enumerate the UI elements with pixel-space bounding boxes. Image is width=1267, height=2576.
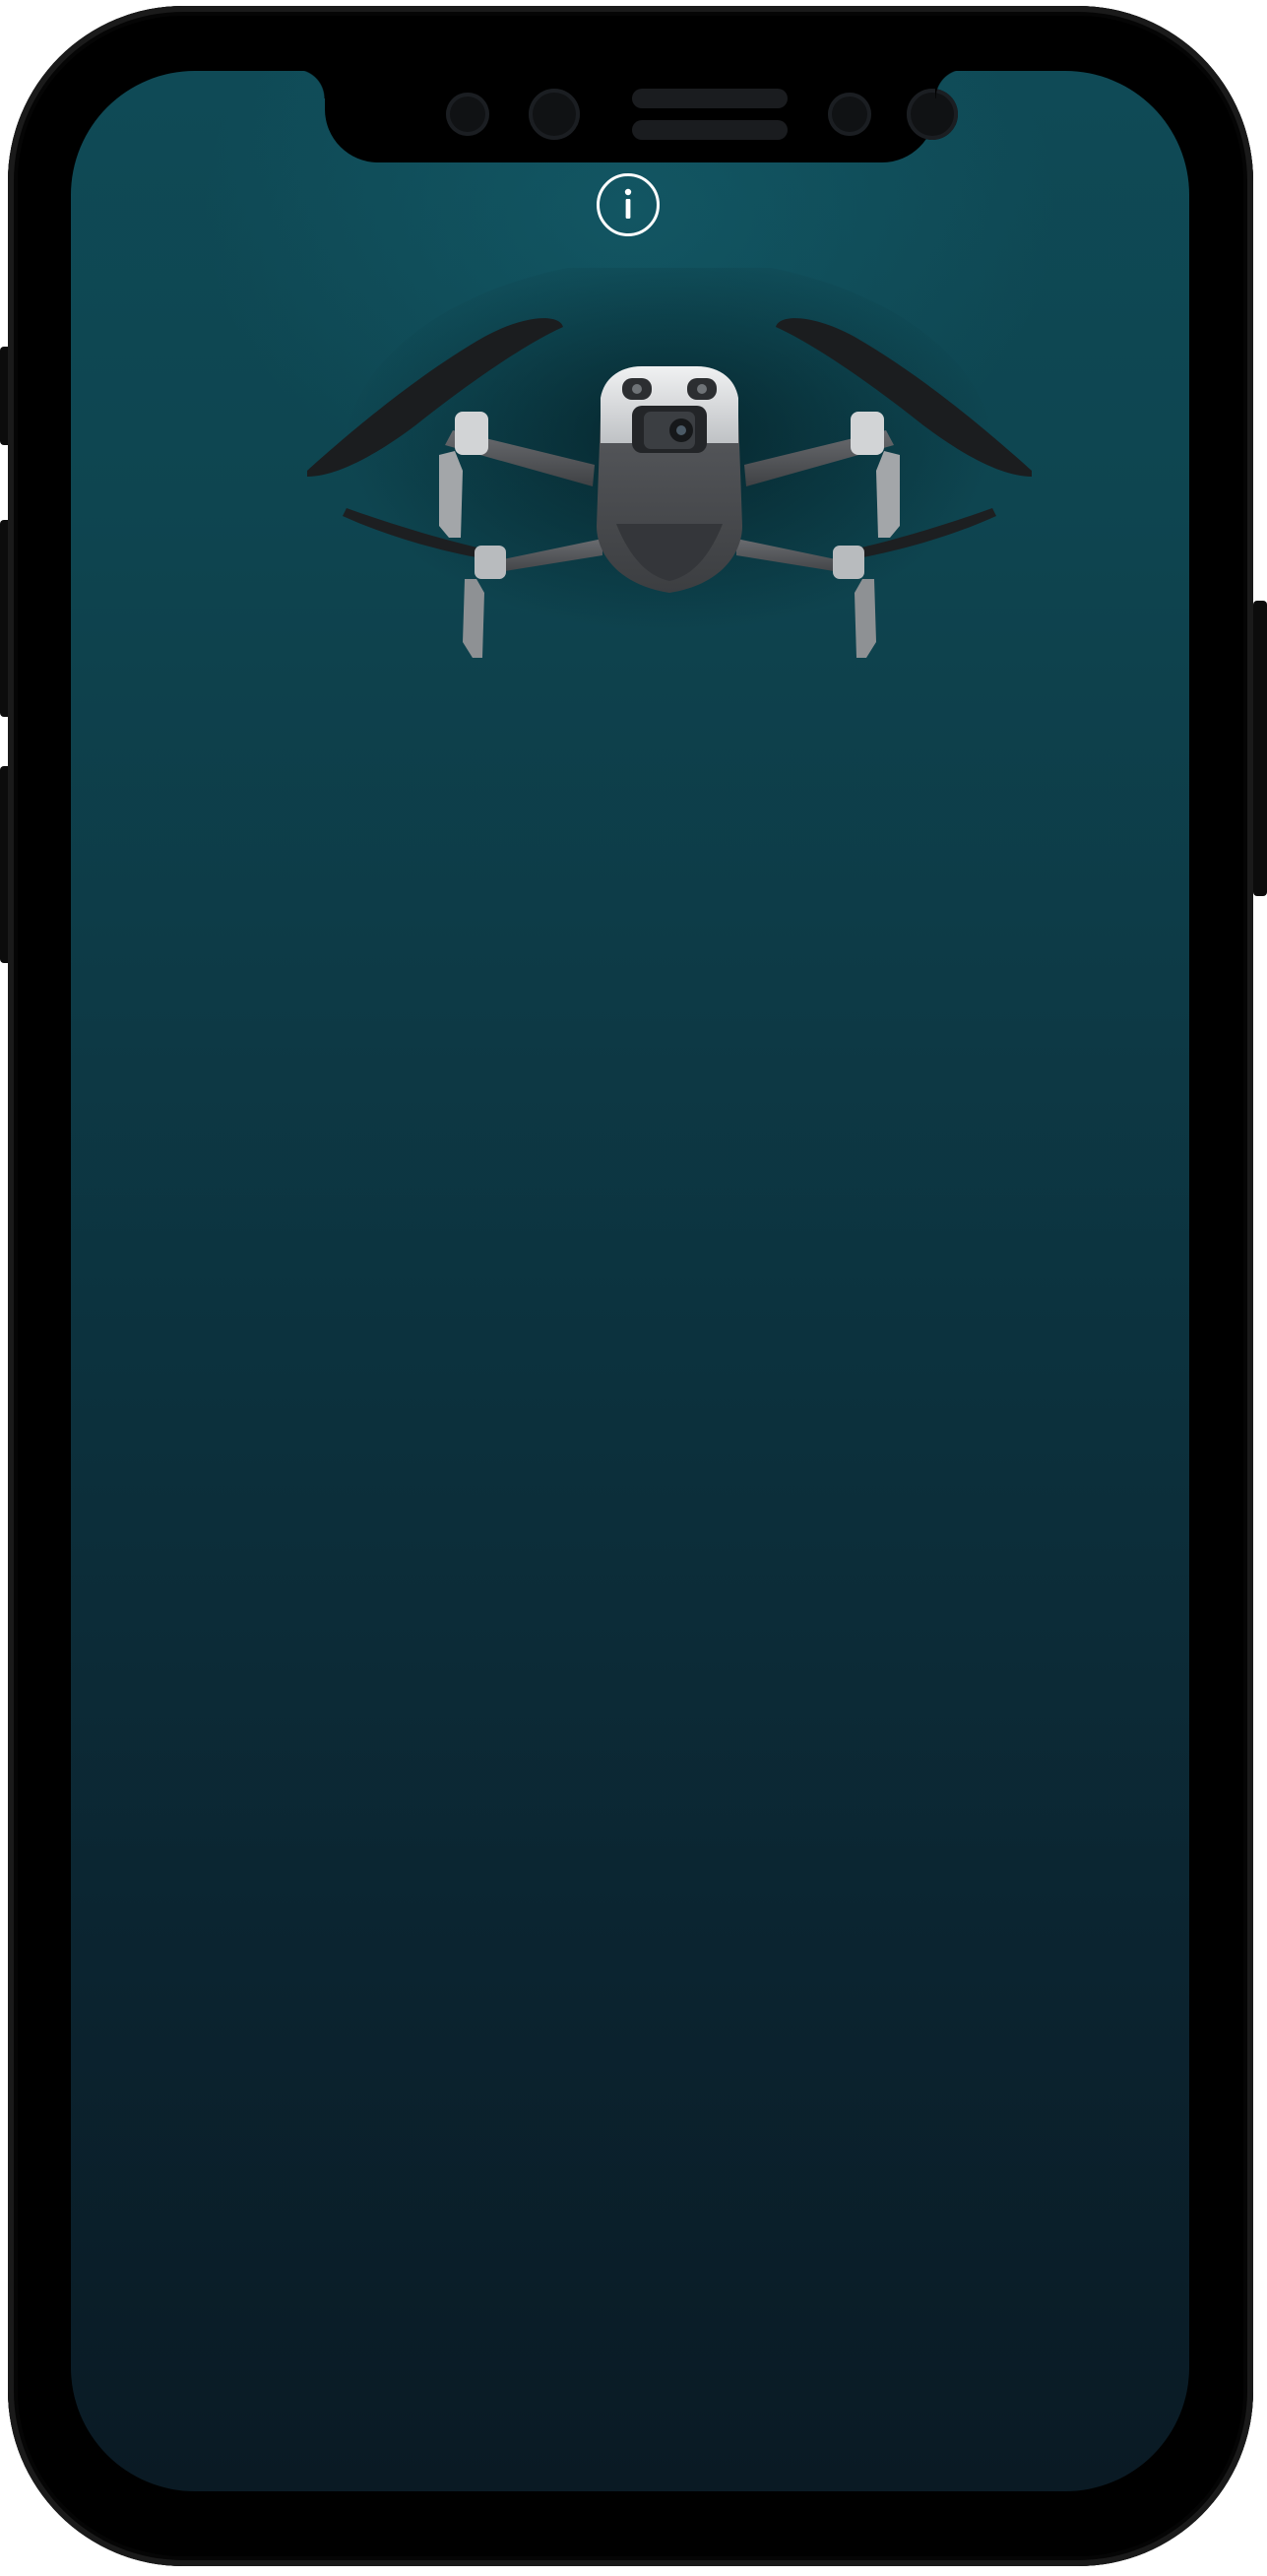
info-icon [624,188,632,219]
info-button[interactable] [597,173,660,236]
camera-lens-glass [676,425,686,435]
vision-lens-left [632,384,642,394]
leg-rear-right [855,579,876,658]
motor-front-right [851,412,884,455]
dot-projector [907,89,958,140]
earpiece-speaker-grille [632,120,788,140]
motor-rear-right [833,546,864,579]
notch [295,71,965,162]
motor-front-left [455,412,488,455]
device-mockup [0,0,1267,2576]
power-button [1253,601,1267,896]
app-screen [71,71,1189,2491]
vision-lens-right [697,384,707,394]
leg-front-left [439,451,463,538]
proximity-sensor [446,93,489,136]
phone-frame [8,6,1253,2566]
leg-front-right [876,451,900,538]
front-camera [529,89,580,140]
leg-rear-left [463,579,484,658]
ambient-light-sensor [828,93,871,136]
drone-illustration [307,268,1032,658]
earpiece-speaker [632,89,788,108]
motor-rear-left [475,546,506,579]
